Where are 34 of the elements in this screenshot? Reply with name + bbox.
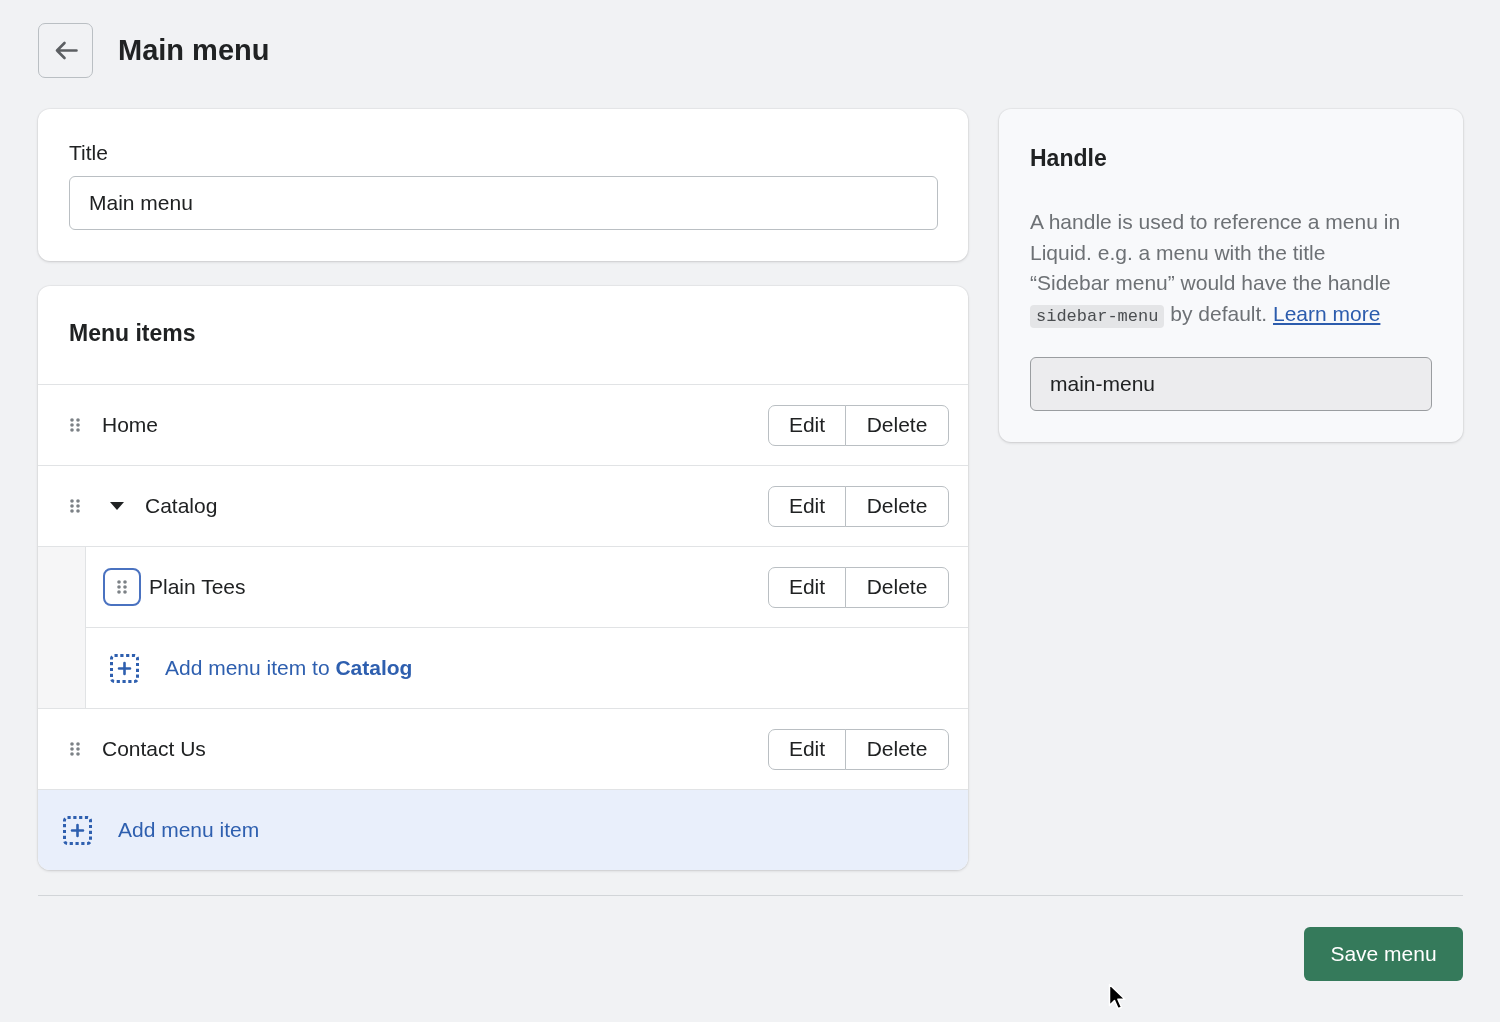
field-label: Title: [69, 141, 108, 165]
title-input[interactable]: Main menu: [69, 176, 938, 230]
edit-button[interactable]: Edit: [768, 728, 846, 770]
delete-button[interactable]: Delete: [845, 485, 949, 527]
card-heading: Menu items: [69, 320, 196, 347]
back-button[interactable]: [38, 23, 93, 78]
add-plus-icon: [110, 653, 139, 683]
drag-handle[interactable]: [103, 568, 141, 606]
add-menu-item-button[interactable]: Add menu item: [38, 789, 968, 870]
edit-button[interactable]: Edit: [768, 404, 846, 446]
handle-input[interactable]: main-menu: [1030, 357, 1432, 411]
drag-handle[interactable]: [70, 742, 80, 756]
edit-button[interactable]: Edit: [768, 485, 846, 527]
learn-more-link[interactable]: Learn more: [1273, 301, 1381, 325]
delete-button[interactable]: Delete: [845, 404, 949, 446]
delete-button[interactable]: Delete: [845, 728, 949, 770]
drag-dots-icon: [117, 580, 127, 594]
delete-button[interactable]: Delete: [845, 566, 949, 608]
back-arrow-icon: [53, 41, 78, 60]
drag-handle[interactable]: [70, 418, 80, 432]
add-child-item-link[interactable]: Add menu item to Catalog: [165, 656, 413, 680]
menu-item-label: Home: [102, 413, 159, 437]
add-plus-icon: [63, 815, 92, 845]
edit-button[interactable]: Edit: [768, 566, 846, 608]
menu-item-label: Plain Tees: [149, 575, 246, 599]
caret-down-icon[interactable]: [110, 502, 124, 510]
card-heading: Handle: [1030, 145, 1107, 172]
save-menu-button[interactable]: Save menu: [1304, 927, 1463, 981]
menu-item-label: Contact Us: [102, 737, 206, 761]
mouse-pointer-icon: [1108, 983, 1127, 1011]
page-title: Main menu: [118, 34, 270, 67]
menu-item-label: Catalog: [145, 494, 218, 518]
drag-handle[interactable]: [70, 499, 80, 513]
handle-description: A handle is used to reference a menu in Liquid. e.g. a menu with the title “Sidebar menu” would have the handle sidebar-menu by default. Learn more: [1030, 209, 1402, 330]
